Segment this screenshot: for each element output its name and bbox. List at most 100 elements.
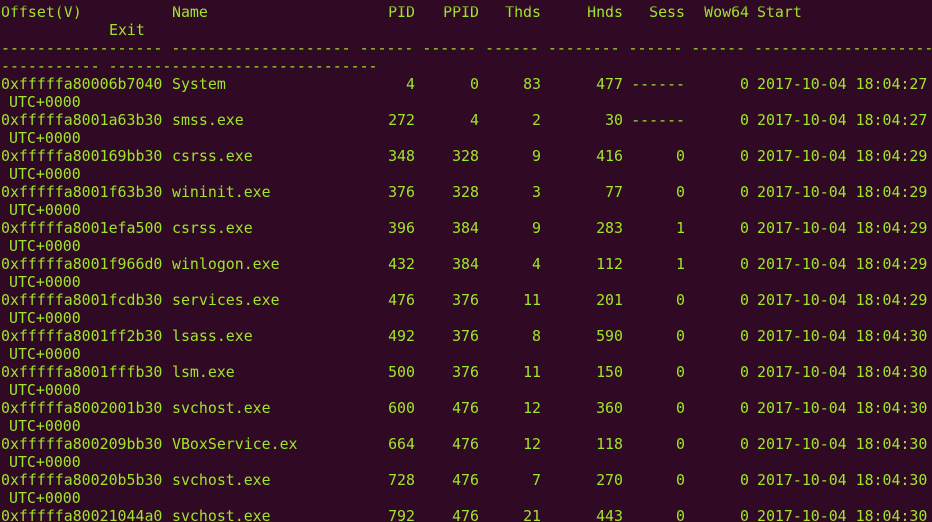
cell-thds: 11 bbox=[523, 291, 541, 309]
cell-sess: 0 bbox=[676, 183, 685, 201]
table-row: 0xfffffa80020b5b30 svchost.exe 728 476 7 270 0… bbox=[1, 471, 932, 489]
cell-thds: 2 bbox=[532, 111, 541, 129]
cell-ppid: 328 bbox=[452, 147, 479, 165]
cell-timezone: UTC+0000 bbox=[9, 165, 81, 183]
cell-start: 2017-10-04 18:04:27 bbox=[757, 111, 928, 129]
cell-timezone: UTC+0000 bbox=[9, 273, 81, 291]
cell-hnds: 443 bbox=[596, 507, 623, 522]
cell-sess: 0 bbox=[676, 507, 685, 522]
cell-wow64: 0 bbox=[740, 291, 749, 309]
cell-timezone: UTC+0000 bbox=[9, 345, 81, 363]
cell-ppid: 384 bbox=[452, 219, 479, 237]
cell-pid: 272 bbox=[388, 111, 415, 129]
top-scroll-fade bbox=[1, 3, 932, 9]
cell-offset: 0xfffffa8001ff2b30 bbox=[1, 327, 163, 345]
cell-thds: 12 bbox=[523, 435, 541, 453]
cell-start: 2017-10-04 18:04:27 bbox=[757, 75, 928, 93]
cell-offset: 0xfffffa80020b5b30 bbox=[1, 471, 163, 489]
table-row: 0xfffffa8001ff2b30 lsass.exe 492 376 8 590 0 0 2… bbox=[1, 327, 932, 345]
cell-hnds: 150 bbox=[596, 363, 623, 381]
table-row: 0xfffffa8001a63b30 smss.exe 272 4 2 30 ------ 0… bbox=[1, 111, 932, 129]
cell-offset: 0xfffffa8001efa500 bbox=[1, 219, 163, 237]
cell-start: 2017-10-04 18:04:29 bbox=[757, 147, 928, 165]
cell-start: 2017-10-04 18:04:29 bbox=[757, 183, 928, 201]
table-row-wrap: UTC+0000 bbox=[1, 201, 932, 219]
cell-timezone: UTC+0000 bbox=[9, 381, 81, 399]
cell-sess: 1 bbox=[676, 219, 685, 237]
table-row: 0xfffffa8001f966d0 winlogon.exe 432 384 4 112… bbox=[1, 255, 932, 273]
cell-timezone: UTC+0000 bbox=[9, 201, 81, 219]
cell-pid: 600 bbox=[388, 399, 415, 417]
cell-ppid: 376 bbox=[452, 327, 479, 345]
cell-hnds: 77 bbox=[605, 183, 623, 201]
cell-pid: 476 bbox=[388, 291, 415, 309]
separator-line-wrap: ----------- ----------------------------… bbox=[1, 57, 932, 75]
table-row: 0xfffffa8002001b30 svchost.exe 600 476 12 360… bbox=[1, 399, 932, 417]
cell-offset: 0xfffffa80021044a0 bbox=[1, 507, 163, 522]
cell-wow64: 0 bbox=[740, 147, 749, 165]
cell-start: 2017-10-04 18:04:29 bbox=[757, 255, 928, 273]
cell-name: svchost.exe bbox=[172, 399, 271, 417]
cell-start: 2017-10-04 18:04:29 bbox=[757, 291, 928, 309]
cell-offset: 0xfffffa8001f63b30 bbox=[1, 183, 163, 201]
table-row-wrap: UTC+0000 bbox=[1, 309, 932, 327]
cell-offset: 0xfffffa800169bb30 bbox=[1, 147, 163, 165]
cell-ppid: 476 bbox=[452, 471, 479, 489]
cell-thds: 7 bbox=[532, 471, 541, 489]
cell-thds: 83 bbox=[523, 75, 541, 93]
process-list: 0xfffffa80006b7040 System 4 0 83 477 ------ 0 20… bbox=[1, 75, 932, 522]
cell-offset: 0xfffffa8002001b30 bbox=[1, 399, 163, 417]
table-row: 0xfffffa800169bb30 csrss.exe 348 328 9 416 0 0 2… bbox=[1, 147, 932, 165]
cell-name: lsass.exe bbox=[172, 327, 253, 345]
cell-thds: 21 bbox=[523, 507, 541, 522]
cell-start: 2017-10-04 18:04:30 bbox=[757, 435, 928, 453]
table-row-wrap: UTC+0000 bbox=[1, 489, 932, 507]
terminal-window[interactable]: Offset(V) Name PID PPID Thds Hnds Sess W… bbox=[1, 3, 932, 522]
cell-wow64: 0 bbox=[740, 363, 749, 381]
cell-name: System bbox=[172, 75, 226, 93]
cell-start: 2017-10-04 18:04:30 bbox=[757, 363, 928, 381]
column-header-exit: Exit bbox=[109, 21, 145, 39]
cell-thds: 9 bbox=[532, 147, 541, 165]
table-row-wrap: UTC+0000 bbox=[1, 165, 932, 183]
cell-hnds: 201 bbox=[596, 291, 623, 309]
table-row-wrap: UTC+0000 bbox=[1, 345, 932, 363]
cell-name: lsm.exe bbox=[172, 363, 235, 381]
cell-ppid: 376 bbox=[452, 291, 479, 309]
cell-sess: ------ bbox=[631, 75, 685, 93]
cell-timezone: UTC+0000 bbox=[9, 237, 81, 255]
cell-name: csrss.exe bbox=[172, 219, 253, 237]
cell-wow64: 0 bbox=[740, 399, 749, 417]
cell-thds: 9 bbox=[532, 219, 541, 237]
cell-ppid: 476 bbox=[452, 435, 479, 453]
cell-wow64: 0 bbox=[740, 327, 749, 345]
cell-name: VBoxService.ex bbox=[172, 435, 298, 453]
cell-wow64: 0 bbox=[740, 183, 749, 201]
cell-ppid: 4 bbox=[470, 111, 479, 129]
table-row-wrap: UTC+0000 bbox=[1, 273, 932, 291]
cell-pid: 4 bbox=[406, 75, 415, 93]
cell-timezone: UTC+0000 bbox=[9, 417, 81, 435]
cell-thds: 4 bbox=[532, 255, 541, 273]
separator-line: ------------------ -------------------- … bbox=[1, 39, 932, 57]
cell-timezone: UTC+0000 bbox=[9, 453, 81, 471]
cell-ppid: 476 bbox=[452, 507, 479, 522]
cell-timezone: UTC+0000 bbox=[9, 129, 81, 147]
cell-pid: 492 bbox=[388, 327, 415, 345]
cell-name: services.exe bbox=[172, 291, 280, 309]
cell-sess: 1 bbox=[676, 255, 685, 273]
cell-ppid: 384 bbox=[452, 255, 479, 273]
cell-hnds: 112 bbox=[596, 255, 623, 273]
table-row-wrap: UTC+0000 bbox=[1, 93, 932, 111]
cell-pid: 500 bbox=[388, 363, 415, 381]
cell-ppid: 0 bbox=[470, 75, 479, 93]
cell-start: 2017-10-04 18:04:29 bbox=[757, 219, 928, 237]
table-row: 0xfffffa80021044a0 svchost.exe 792 476 21 443… bbox=[1, 507, 932, 522]
cell-ppid: 328 bbox=[452, 183, 479, 201]
cell-wow64: 0 bbox=[740, 435, 749, 453]
cell-hnds: 283 bbox=[596, 219, 623, 237]
cell-pid: 432 bbox=[388, 255, 415, 273]
table-row-wrap: UTC+0000 bbox=[1, 129, 932, 147]
table-row-wrap: UTC+0000 bbox=[1, 417, 932, 435]
cell-offset: 0xfffffa8001fffb30 bbox=[1, 363, 163, 381]
